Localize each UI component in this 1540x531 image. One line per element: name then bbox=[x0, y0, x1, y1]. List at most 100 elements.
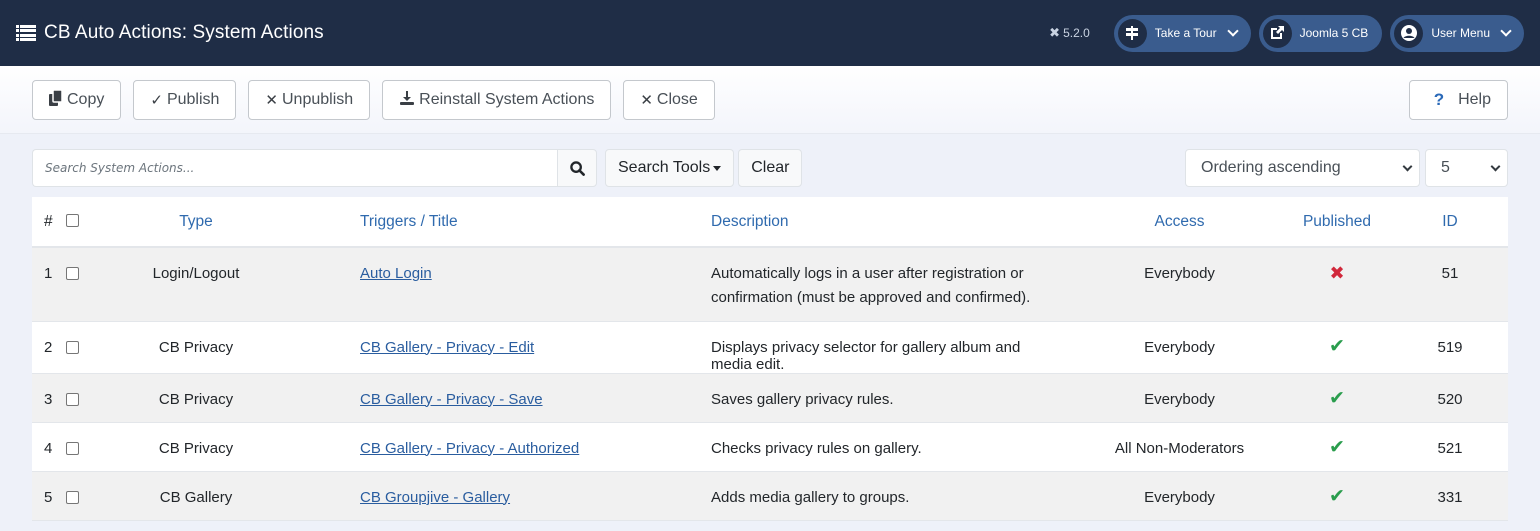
actions-table-wrap: # Type Triggers / Title Description Acce… bbox=[32, 197, 1508, 521]
caret-down-icon bbox=[713, 165, 722, 171]
row-description: Displays privacy selector for gallery al… bbox=[711, 338, 1021, 373]
row-type: CB Privacy bbox=[158, 338, 234, 356]
table-row: 4 CB Privacy CB Gallery - Privacy - Author… bbox=[32, 422, 1508, 471]
row-number: 1 bbox=[44, 265, 53, 282]
joomla-icon: ✖ bbox=[1049, 25, 1061, 40]
row-type: Login/Logout bbox=[152, 265, 240, 282]
row-access: Everybody bbox=[1144, 265, 1215, 282]
unpublish-label: Unpublish bbox=[282, 90, 354, 108]
search-input[interactable] bbox=[32, 149, 557, 187]
clear-label: Clear bbox=[751, 159, 790, 176]
row-select-cell bbox=[66, 321, 106, 373]
row-id: 521 bbox=[1437, 439, 1463, 457]
row-description: Adds media gallery to groups. bbox=[711, 488, 910, 506]
col-access[interactable]: Access bbox=[1077, 197, 1282, 247]
col-title[interactable]: Triggers / Title bbox=[286, 197, 637, 247]
list-limit-select[interactable]: 5 bbox=[1425, 149, 1508, 187]
check-icon: ✓ bbox=[150, 91, 163, 109]
row-number: 5 bbox=[44, 488, 53, 506]
row-select-cell bbox=[66, 373, 106, 422]
list-icon bbox=[16, 25, 36, 41]
help-label: Help bbox=[1458, 90, 1491, 108]
col-id[interactable]: ID bbox=[1392, 197, 1508, 247]
row-number: 2 bbox=[44, 338, 53, 356]
select-all-checkbox[interactable] bbox=[66, 213, 79, 227]
row-title-cell: CB Gallery - Privacy - Edit bbox=[286, 321, 637, 373]
take-a-tour-label: Take a Tour bbox=[1154, 26, 1217, 40]
actions-table: # Type Triggers / Title Description Acce… bbox=[32, 197, 1508, 521]
copy-icon bbox=[49, 88, 63, 110]
page-title: CB Auto Actions: System Actions bbox=[44, 22, 324, 43]
row-published-cell: ✔ bbox=[1282, 422, 1392, 471]
published-check-icon[interactable]: ✔ bbox=[1329, 336, 1345, 357]
row-description: Checks privacy rules on gallery. bbox=[711, 439, 922, 457]
reinstall-label: Reinstall System Actions bbox=[419, 90, 595, 108]
col-select-all bbox=[66, 197, 106, 247]
unpublished-x-icon[interactable]: ✖ bbox=[1329, 263, 1344, 283]
row-checkbox[interactable] bbox=[66, 441, 79, 455]
close-label: Close bbox=[656, 90, 698, 108]
row-id: 519 bbox=[1437, 338, 1463, 356]
ordering-value: Ordering ascending bbox=[1201, 159, 1341, 176]
row-title-link[interactable]: CB Gallery - Privacy - Edit bbox=[360, 339, 534, 356]
row-title-link[interactable]: CB Gallery - Privacy - Authorized bbox=[360, 440, 579, 457]
col-description[interactable]: Description bbox=[637, 197, 1077, 247]
row-checkbox[interactable] bbox=[66, 392, 79, 406]
row-number: 4 bbox=[44, 439, 53, 457]
row-title-link[interactable]: CB Gallery - Privacy - Save bbox=[360, 391, 543, 408]
row-access: Everybody bbox=[1144, 338, 1215, 356]
ordering-select[interactable]: Ordering ascending bbox=[1185, 149, 1420, 187]
row-checkbox[interactable] bbox=[66, 340, 79, 354]
row-title-cell: CB Groupjive - Gallery bbox=[286, 471, 637, 520]
row-id: 520 bbox=[1437, 390, 1463, 408]
chevron-down-icon bbox=[1500, 25, 1512, 37]
row-checkbox[interactable] bbox=[66, 267, 79, 280]
search-tools-button[interactable]: Search Tools bbox=[605, 149, 735, 187]
table-row: 2 CB Privacy CB Gallery - Privacy - Edit Di… bbox=[32, 321, 1508, 373]
col-published[interactable]: Published bbox=[1282, 197, 1392, 247]
col-type[interactable]: Type bbox=[106, 197, 286, 247]
clear-button[interactable]: Clear bbox=[738, 149, 803, 187]
row-checkbox[interactable] bbox=[66, 490, 79, 504]
signpost-icon bbox=[1117, 18, 1147, 48]
close-icon: ✕ bbox=[640, 91, 653, 109]
site-link-label: Joomla 5 CB bbox=[1299, 26, 1369, 40]
row-description: Automatically logs in a user after regis… bbox=[711, 265, 1031, 306]
take-a-tour-button[interactable]: Take a Tour bbox=[1113, 14, 1251, 52]
search-button[interactable] bbox=[557, 149, 597, 187]
publish-button[interactable]: ✓ Publish bbox=[133, 79, 237, 120]
publish-label: Publish bbox=[166, 90, 220, 108]
row-select-cell bbox=[66, 422, 106, 471]
row-published-cell: ✔ bbox=[1282, 471, 1392, 520]
question-icon: ? bbox=[1433, 89, 1445, 109]
unpublish-button[interactable]: ✕ Unpublish bbox=[248, 79, 371, 120]
row-id: 51 bbox=[1441, 265, 1459, 282]
version-number: 5.2.0 bbox=[1063, 26, 1090, 40]
row-access: Everybody bbox=[1144, 488, 1215, 506]
close-button[interactable]: ✕ Close bbox=[623, 79, 715, 120]
copy-button[interactable]: Copy bbox=[32, 79, 122, 120]
published-check-icon[interactable]: ✔ bbox=[1329, 388, 1345, 409]
app-header: CB Auto Actions: System Actions ✖ 5.2.0 … bbox=[0, 0, 1540, 66]
user-circle-icon bbox=[1394, 18, 1424, 48]
published-check-icon[interactable]: ✔ bbox=[1329, 486, 1345, 507]
external-link-icon bbox=[1262, 18, 1292, 48]
row-title-link[interactable]: CB Groupjive - Gallery bbox=[360, 489, 510, 506]
row-published-cell: ✔ bbox=[1282, 373, 1392, 422]
chevron-down-icon bbox=[1402, 161, 1413, 171]
row-type: CB Gallery bbox=[159, 488, 233, 506]
site-link-button[interactable]: Joomla 5 CB bbox=[1258, 14, 1383, 52]
search-icon bbox=[569, 160, 585, 176]
help-button[interactable]: ? Help bbox=[1408, 79, 1508, 120]
chevron-down-icon bbox=[1226, 25, 1239, 37]
reinstall-button[interactable]: Reinstall System Actions bbox=[382, 79, 612, 120]
version-info: ✖ 5.2.0 bbox=[1049, 25, 1090, 41]
row-published-cell: ✔ bbox=[1282, 321, 1392, 373]
row-access: Everybody bbox=[1144, 390, 1215, 408]
table-row: 3 CB Privacy CB Gallery - Privacy - Save Sa… bbox=[32, 373, 1508, 422]
row-title-link[interactable]: Auto Login bbox=[360, 265, 432, 282]
copy-label: Copy bbox=[67, 90, 105, 108]
published-check-icon[interactable]: ✔ bbox=[1329, 437, 1345, 458]
user-menu-button[interactable]: User Menu bbox=[1390, 14, 1524, 52]
table-row: 1 Login/Logout Auto Login Automatically log… bbox=[32, 247, 1508, 321]
